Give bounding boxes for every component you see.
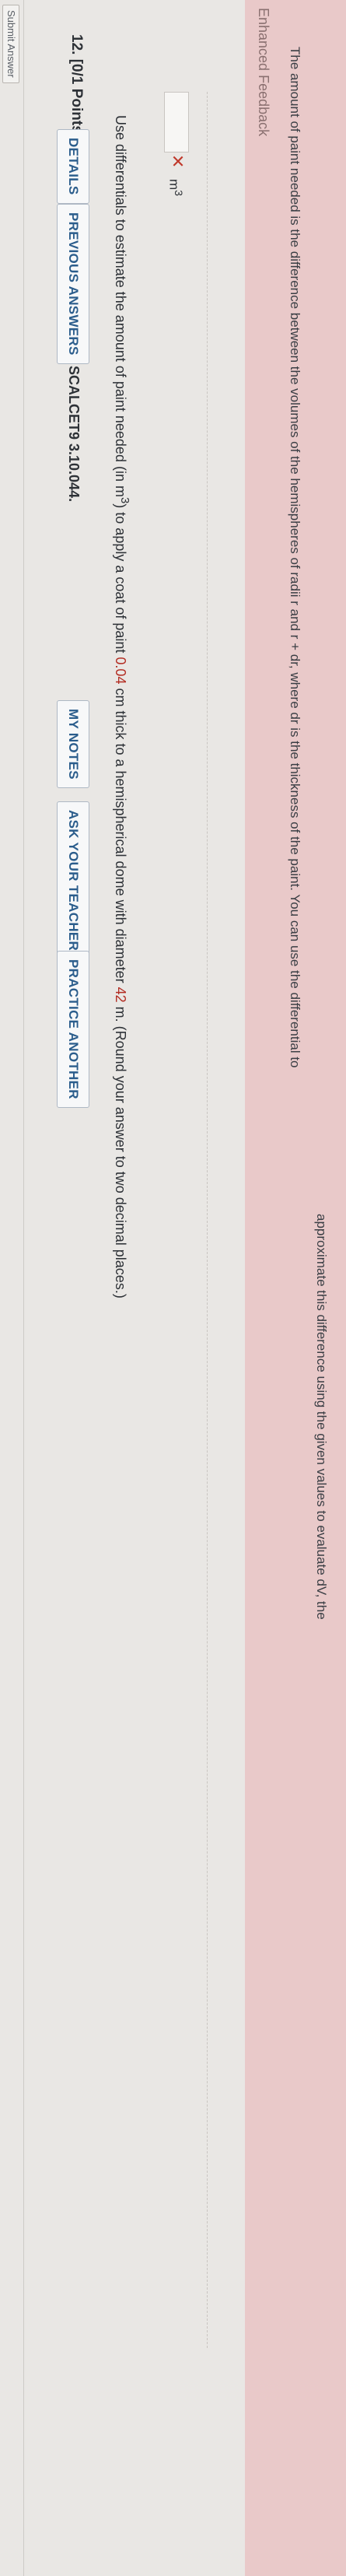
enhanced-feedback-title: Enhanced Feedback (256, 8, 271, 137)
question-panel: Submit Answer 12. [0/1 Points] DETAILS P… (0, 0, 346, 2576)
question-text-part: cm thick to a hemispherical dome with di… (113, 684, 128, 987)
answer-input[interactable] (164, 92, 189, 152)
question-text-part: Use differentials to estimate the amount… (113, 115, 128, 497)
thickness-value: 0.04 (113, 657, 128, 685)
previous-answers-button[interactable]: PREVIOUS ANSWERS (57, 204, 89, 364)
feedback-text-line: approximate this difference using the gi… (314, 1214, 329, 1620)
question-text: Use differentials to estimate the amount… (112, 115, 131, 1299)
unit-exponent: 3 (172, 190, 184, 197)
divider (207, 92, 208, 2348)
question-number: 12. [0/1 Points] (68, 34, 85, 138)
practice-another-button[interactable]: PRACTICE ANOTHER (57, 951, 89, 1108)
question-number-label: 12. (68, 34, 85, 55)
answer-unit: m3 (166, 179, 184, 196)
ask-your-teacher-button[interactable]: ASK YOUR TEACHER (57, 801, 89, 960)
question-code: SCALCET9 3.10.044. (66, 366, 82, 503)
submit-answer-button[interactable]: Submit Answer (2, 5, 19, 83)
my-notes-button[interactable]: MY NOTES (57, 700, 89, 788)
feedback-text-line: The amount of paint needed is the differ… (288, 47, 302, 1068)
unit-label: m (166, 179, 182, 191)
diameter-value: 42 (113, 987, 128, 1003)
question-text-part: ) to apply a coat of paint (113, 503, 128, 657)
points-label: [0/1 Points] (68, 58, 85, 139)
divider (23, 0, 24, 2576)
x-mark-icon: ✕ (168, 154, 187, 169)
details-button[interactable]: DETAILS (57, 129, 89, 204)
question-text-part: m. (Round your answer to two decimal pla… (113, 1002, 128, 1299)
